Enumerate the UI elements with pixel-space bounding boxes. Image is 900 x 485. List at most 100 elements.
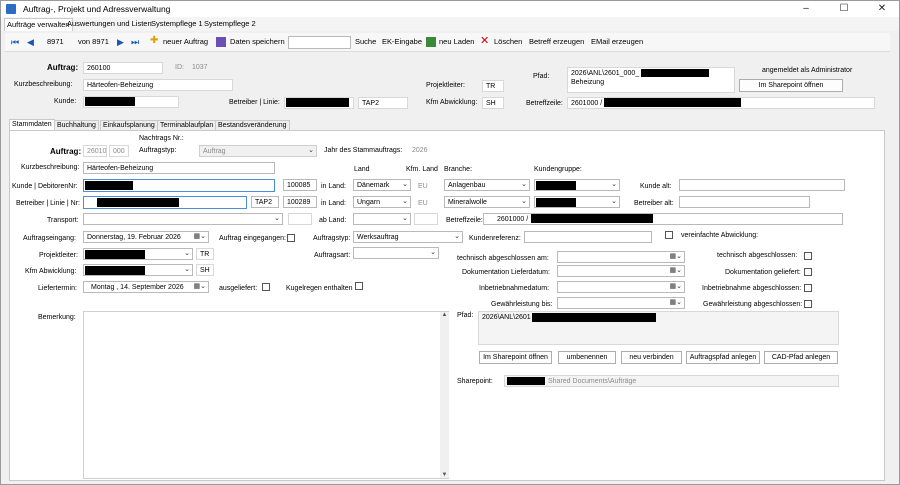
reload-button[interactable]: neu Laden (439, 37, 474, 46)
betreiber-alt-label: Betreiber alt: (634, 200, 674, 207)
kunde-branche-select[interactable]: Anlagenbau ⌄ (444, 179, 530, 191)
last-record-icon[interactable]: ⏭ (131, 37, 139, 47)
scroll-down-icon[interactable]: ▼ (440, 472, 449, 478)
pl-kurz-field[interactable]: TR (196, 248, 214, 260)
nachtrag-field[interactable]: 000 (109, 145, 129, 157)
pl-label: Projektleiter: (39, 252, 78, 259)
close-button[interactable]: ✕ (867, 1, 897, 17)
delete-button[interactable]: Löschen (494, 37, 522, 46)
kugel-checkbox[interactable] (355, 282, 363, 290)
minimize-button[interactable]: – (791, 1, 821, 17)
delete-icon: ✕ (480, 35, 490, 47)
header-auftrag-field[interactable]: 260100 (83, 62, 163, 74)
calendar-icon: ▦⌄ (193, 233, 206, 240)
header-pl-field[interactable]: TR (482, 80, 504, 92)
ausgeliefert-checkbox[interactable] (262, 283, 270, 291)
kundenref-field[interactable] (524, 231, 652, 243)
transport-extra-field[interactable] (288, 213, 312, 225)
auftragstyp-top-select[interactable]: Auftrag ⌄ (199, 145, 317, 157)
menu-auswertungen[interactable]: Auswertungen und Listen (67, 19, 152, 28)
menu-systempflege-2[interactable]: Systempflege 2 (204, 19, 256, 28)
new-order-button[interactable]: neuer Auftrag (163, 37, 208, 46)
redacted-pfad (641, 69, 709, 77)
bemerkung-scrollbar[interactable]: ▲ ▼ (440, 312, 449, 478)
menu-systempflege-1[interactable]: Systempflege 1 (151, 19, 203, 28)
chevron-down-icon: ⌄ (521, 198, 527, 205)
sharepoint-open-button[interactable]: Im Sharepoint öffnen (479, 351, 552, 364)
betreiber-kfm-land: EU (418, 200, 428, 207)
prev-record-icon[interactable]: ◀ (27, 37, 34, 47)
header-betreiber-label: Betreiber | Linie: (229, 99, 280, 106)
header-auftrag-label: Auftrag: (47, 63, 79, 72)
redacted-pl-name (85, 250, 145, 259)
inbetrieb-am-date[interactable]: ▦⌄ (557, 281, 685, 293)
kfm-kurz-field[interactable]: SH (196, 264, 214, 276)
kunde-nr-field[interactable]: 100085 (283, 179, 317, 191)
auftragstyp-top-value: Auftrag (203, 148, 226, 155)
vereinfacht-checkbox[interactable] (665, 231, 673, 239)
branche-header: Branche: (444, 166, 473, 173)
maximize-button[interactable]: ☐ (829, 1, 859, 17)
inbetrieb-am-label: Inbetriebnahmedatum: (479, 285, 550, 292)
kurz-field[interactable]: Härteofen-Beheizung (83, 162, 275, 174)
eingegangen-label: Auftrag eingegangen: (219, 235, 286, 242)
header-kfm-field[interactable]: SH (482, 97, 504, 109)
header-kurz-field[interactable]: Härteofen-Beheizung (83, 79, 233, 91)
inbetrieb-checkbox[interactable] (804, 284, 812, 292)
sharepoint-field[interactable]: Shared Documents\Aufträge (504, 375, 839, 387)
calendar-icon: ▦⌄ (669, 253, 682, 260)
eingegangen-checkbox[interactable] (287, 234, 295, 242)
kunde-alt-field[interactable] (679, 179, 845, 191)
transport-select[interactable]: ⌄ (83, 213, 283, 225)
land-header: Land (354, 166, 370, 173)
header-sharepoint-button[interactable]: Im Sharepoint öffnen (739, 79, 843, 92)
ab-land-extra-field[interactable] (414, 213, 438, 225)
kundengruppe-header: Kundengruppe: (534, 166, 582, 173)
header-linie-field[interactable]: TAP2 (358, 97, 408, 109)
betreiber-branche-value: Mineralwolle (448, 199, 487, 206)
chevron-down-icon: ⌄ (611, 181, 617, 188)
doku-checkbox[interactable] (804, 268, 812, 276)
save-button[interactable]: Daten speichern (230, 37, 285, 46)
doku-am-date[interactable]: ▦⌄ (557, 265, 685, 277)
betreffzeile-label: Betreffzeile: (446, 217, 483, 224)
betreiber-branche-select[interactable]: Mineralwolle ⌄ (444, 196, 530, 208)
window-title: Auftrag-, Projekt und Adressverwaltung (23, 4, 171, 14)
redacted-betreiber-gruppe (536, 198, 576, 207)
subject-button[interactable]: Betreff erzeugen (529, 37, 584, 46)
ab-land-select[interactable]: ⌄ (353, 213, 411, 225)
gewahr-am-date[interactable]: ▦⌄ (557, 297, 685, 309)
ek-input-button[interactable]: EK-Eingabe (382, 37, 422, 46)
first-record-icon[interactable]: ⏮ (11, 37, 19, 47)
betreiber-land-select[interactable]: Ungarn ⌄ (353, 196, 411, 208)
art-select[interactable]: ⌄ (353, 247, 439, 259)
create-path-button[interactable]: Auftragspfad anlegen (686, 351, 760, 364)
rename-button[interactable]: umbenennen (558, 351, 616, 364)
redacted-betreiber (286, 98, 349, 107)
chevron-down-icon: ⌄ (430, 249, 436, 256)
search-button[interactable]: Suche (355, 37, 376, 46)
reconnect-button[interactable]: neu verbinden (621, 351, 682, 364)
kunde-alt-label: Kunde alt: (640, 183, 672, 190)
tech-am-date[interactable]: ▦⌄ (557, 251, 685, 263)
scroll-up-icon[interactable]: ▲ (440, 312, 449, 318)
kunde-land-value: Dänemark (357, 182, 390, 189)
gewahr-checkbox[interactable] (804, 300, 812, 308)
chevron-down-icon: ⌄ (402, 198, 408, 205)
typ-select[interactable]: Werksauftrag ⌄ (353, 231, 463, 243)
menu-auftraege[interactable]: Aufträge verwalten (4, 18, 73, 31)
auftrag-field[interactable]: 26010 (83, 145, 107, 157)
betreiber-nr-field[interactable]: 100289 (283, 196, 317, 208)
search-input[interactable] (288, 36, 351, 49)
kunde-land-select[interactable]: Dänemark ⌄ (353, 179, 411, 191)
betreiber-linie-field[interactable]: TAP2 (251, 196, 279, 208)
betreiber-alt-field[interactable] (679, 196, 810, 208)
betreiber-in-land-label: in Land: (321, 200, 346, 207)
eingang-date[interactable]: Donnerstag, 19. Februar 2026 ▦⌄ (83, 231, 209, 243)
liefer-date[interactable]: Montag , 14. September 2026 ▦⌄ (83, 281, 209, 293)
email-button[interactable]: EMail erzeugen (591, 37, 643, 46)
create-cad-path-button[interactable]: CAD-Pfad anlegen (764, 351, 838, 364)
tech-checkbox[interactable] (804, 252, 812, 260)
bemerkung-textarea[interactable] (83, 311, 449, 479)
next-record-icon[interactable]: ▶ (117, 37, 124, 47)
